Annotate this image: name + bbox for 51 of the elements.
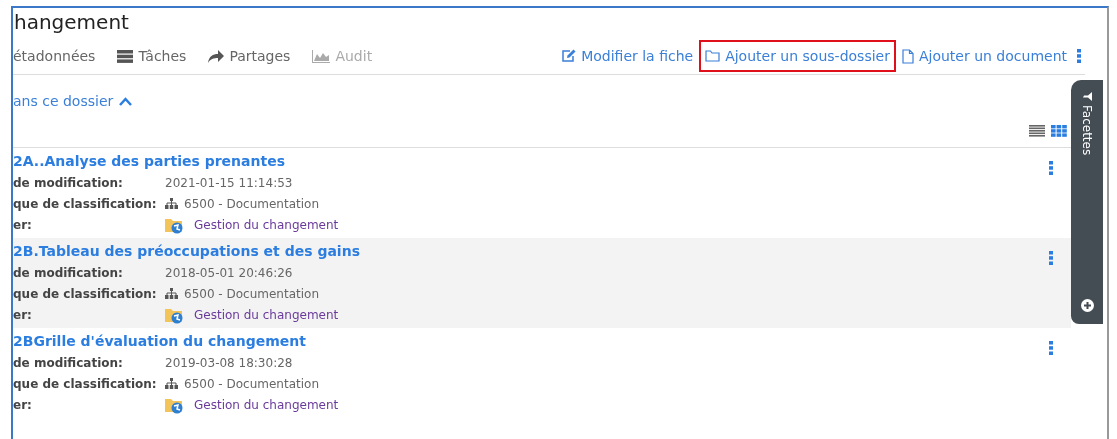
- list-row[interactable]: 2B.Tableau des préoccupations et des gains de modification: 2018-05-01 20:46:26 que de classification: 6500 - Documentation er: Gestion du changement: [13, 238, 1071, 328]
- field-value: 2021-01-15 11:14:53: [165, 175, 293, 190]
- folder-icon: [705, 50, 721, 62]
- list-icon: [117, 49, 134, 63]
- field-label: que de classification:: [13, 286, 158, 301]
- field-value: 6500 - Documentation: [184, 376, 319, 391]
- field-value: 6500 - Documentation: [184, 286, 319, 301]
- field-label: que de classification:: [13, 376, 158, 391]
- hierarchy-icon: [165, 198, 178, 209]
- section-toggle[interactable]: ans ce dossier: [13, 93, 133, 109]
- page-title: hangement: [13, 9, 130, 36]
- facets-tab[interactable]: Facettes: [1080, 92, 1094, 156]
- field-label: de modification:: [13, 175, 124, 190]
- field-value[interactable]: Gestion du changement: [194, 217, 339, 232]
- field-label: er:: [13, 217, 33, 232]
- field-label: que de classification:: [13, 196, 158, 211]
- field-value: 6500 - Documentation: [184, 196, 319, 211]
- action-link[interactable]: Ajouter un document: [895, 40, 1073, 72]
- field-label: er:: [13, 307, 33, 322]
- action-link[interactable]: Ajouter un sous-dossier: [699, 40, 896, 72]
- document-title[interactable]: 2A..Analyse des parties prenantes: [13, 153, 1071, 169]
- field-value: 2018-05-01 20:46:26: [165, 265, 293, 280]
- tab[interactable]: étadonnées: [13, 48, 96, 64]
- field-label: de modification:: [13, 265, 124, 280]
- grid-view-icon[interactable]: [1051, 125, 1067, 137]
- field-label: de modification:: [13, 355, 124, 370]
- action-link[interactable]: Modifier la fiche: [555, 40, 700, 72]
- edit-icon: [561, 49, 577, 63]
- more-icon[interactable]: [1077, 49, 1081, 63]
- chevron-icon: [119, 96, 133, 106]
- field-value[interactable]: Gestion du changement: [194, 307, 339, 322]
- list-row[interactable]: 2BGrille d'évaluation du changement de modification: 2019-03-08 18:30:28 que de classification: 6500 - Documentation er: Gestion du changement: [13, 328, 1071, 418]
- document-title[interactable]: 2BGrille d'évaluation du changement: [13, 333, 1071, 349]
- document-title[interactable]: 2B.Tableau des préoccupations et des gains: [13, 243, 1071, 259]
- tab[interactable]: Tâches: [117, 48, 187, 64]
- tab[interactable]: Partages: [208, 48, 291, 64]
- field-value: 2019-03-08 18:30:28: [165, 355, 293, 370]
- more-icon[interactable]: [1049, 341, 1053, 355]
- file-icon: [901, 48, 914, 64]
- more-icon[interactable]: [1049, 251, 1053, 265]
- area-chart-icon: [312, 49, 331, 63]
- hierarchy-icon: [165, 288, 178, 299]
- share-arrow-icon: [208, 49, 225, 63]
- filter-icon: [1082, 92, 1092, 101]
- list-view-icon[interactable]: [1029, 125, 1045, 137]
- hierarchy-icon: [165, 378, 178, 389]
- add-icon[interactable]: [1080, 299, 1094, 312]
- list-row[interactable]: 2A..Analyse des parties prenantes de modification: 2021-01-15 11:14:53 que de classification: 6500 - Documentation er: Gestion du changement: [13, 148, 1071, 238]
- field-value[interactable]: Gestion du changement: [194, 397, 339, 412]
- field-label: er:: [13, 397, 33, 412]
- more-icon[interactable]: [1049, 161, 1053, 175]
